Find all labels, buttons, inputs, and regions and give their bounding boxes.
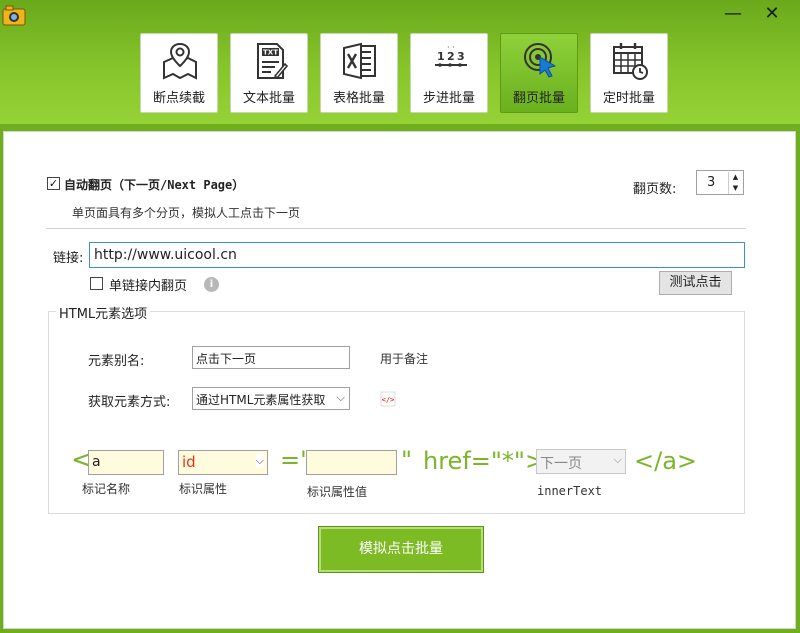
excel-icon [343,42,376,80]
auto-page-checkbox[interactable]: ✓ [47,177,60,190]
attr-caption: 标识属性 [179,482,228,496]
stepper-up-icon[interactable]: ▲ [728,172,742,183]
svg-text:· ·: · · [447,43,455,52]
calendar-clock-icon [613,43,648,80]
attr-value-input[interactable] [306,450,397,475]
tab-label: 翻页批量 [512,91,565,106]
attr-select[interactable]: id ⌵ [178,450,268,475]
info-icon[interactable]: i [204,277,219,292]
attr-select-value: id [182,453,196,471]
header-bar: — ✕ 断点续截 TXT 文本批量 表格批量 1 2 3 · · 步进批量 翻页… [0,0,800,124]
tab-label: 断点续截 [152,91,205,106]
inner-text-value: 下一页 [540,456,582,472]
svg-text:</>: </> [382,396,395,404]
alias-label: 元素别名: [88,354,145,369]
close-button[interactable]: ✕ [761,4,783,24]
tab-text-batch[interactable]: TXT 文本批量 [230,33,308,113]
auto-page-label: 自动翻页（下一页/Next Page） [64,178,245,192]
number-step-icon: 1 2 3 · · [435,43,467,67]
href-text: href="*"> [423,447,546,475]
auto-page-description: 单页面具有多个分页，模拟人工点击下一页 [72,206,301,220]
html-code-icon[interactable]: </> [380,391,396,407]
tab-label: 表格批量 [332,91,385,106]
divider [46,228,746,229]
link-input-value: http://www.uicool.cn [94,247,237,263]
single-link-label: 单链接内翻页 [109,279,188,294]
tab-label: 步进批量 [422,91,475,106]
attr-value-caption: 标识属性值 [307,485,368,499]
close-tag-text: </a> [634,447,698,475]
close-quote-symbol: " [401,446,413,474]
alias-note: 用于备注 [380,352,429,366]
chevron-down-icon: ⌵ [255,454,264,468]
html-element-group [48,311,745,514]
alias-input-value: 点击下一页 [196,352,257,366]
tab-breakpoint[interactable]: 断点续截 [140,33,218,113]
tag-name-caption: 标记名称 [82,482,131,496]
stepper-down-icon[interactable]: ▼ [728,183,742,194]
page-count-label: 翻页数: [633,182,677,197]
camera-app-icon [2,5,26,26]
inner-text-caption: innerText [537,484,603,498]
tag-name-input[interactable]: a [88,450,164,475]
click-cursor-icon [524,43,557,78]
inner-text-select[interactable]: 下一页 ⌵ [536,449,626,474]
link-input[interactable]: http://www.uicool.cn [89,242,745,268]
method-label: 获取元素方式: [88,395,171,410]
tab-label: 定时批量 [602,91,655,106]
tab-timer-batch[interactable]: 定时批量 [590,33,668,113]
chevron-down-icon: ⌵ [613,453,622,466]
svg-text:1: 1 [437,50,445,63]
tag-name-value: a [92,454,101,470]
link-label: 链接: [53,251,84,266]
tab-step-batch[interactable]: 1 2 3 · · 步进批量 [410,33,488,113]
alias-input[interactable]: 点击下一页 [192,346,350,369]
minimize-button[interactable]: — [722,4,744,24]
txt-file-icon: TXT [257,43,289,80]
method-select-value: 通过HTML元素属性获取 [196,393,326,407]
group-title: HTML元素选项 [56,303,151,322]
simulate-click-batch-button[interactable]: 模拟点击批量 [318,526,484,573]
svg-text:TXT: TXT [263,49,278,57]
test-click-button[interactable]: 测试点击 [659,271,732,295]
page-count-value: 3 [707,175,716,190]
tab-page-turn-batch[interactable]: 翻页批量 [500,33,578,113]
method-select[interactable]: 通过HTML元素属性获取 ⌵ [192,387,350,410]
single-link-checkbox[interactable] [90,277,103,290]
content-panel: ✓ 自动翻页（下一页/Next Page） 单页面具有多个分页，模拟人工点击下一… [3,131,796,629]
page-count-stepper[interactable]: 3 ▲ ▼ [696,170,744,195]
svg-text:3: 3 [457,50,465,63]
tab-table-batch[interactable]: 表格批量 [320,33,398,113]
tab-label: 文本批量 [242,91,295,106]
chevron-down-icon: ⌵ [336,391,345,404]
map-pin-icon [163,42,197,80]
